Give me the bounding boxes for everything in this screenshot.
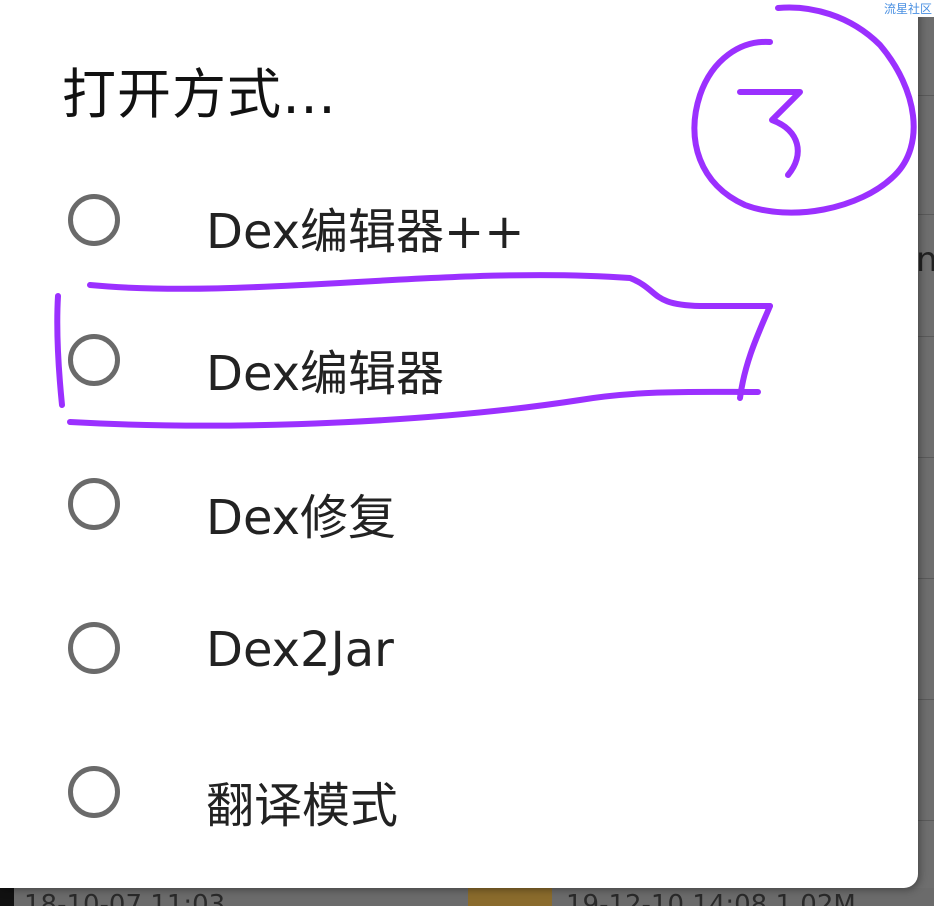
radio-button[interactable] (68, 622, 120, 674)
file-date-left: 18-10-07 11:03 (24, 890, 226, 906)
option-label: 翻译模式 (206, 778, 399, 834)
option-dex-editor-plus[interactable]: Dex编辑器++ (0, 150, 918, 290)
list-divider (918, 457, 934, 458)
option-label: Dex2Jar (206, 622, 394, 678)
option-dex2jar[interactable]: Dex2Jar (0, 580, 918, 720)
radio-button[interactable] (68, 194, 120, 246)
file-date-right: 19-12-10 14:08 1.02M (566, 890, 856, 906)
file-type-marker (0, 888, 14, 906)
option-translate-mode[interactable]: 翻译模式 (0, 724, 918, 864)
list-divider (918, 214, 934, 215)
radio-button[interactable] (68, 478, 120, 530)
list-divider (918, 820, 934, 821)
list-divider (918, 336, 934, 337)
option-label: Dex编辑器 (206, 346, 445, 402)
radio-button[interactable] (68, 766, 120, 818)
file-thumbnail-icon (468, 888, 552, 906)
option-label: Dex修复 (206, 490, 397, 546)
option-dex-editor[interactable]: Dex编辑器 (0, 292, 918, 432)
radio-button[interactable] (68, 334, 120, 386)
list-divider (918, 95, 934, 96)
background-file-list-row: 18-10-07 11:03 19-12-10 14:08 1.02M (0, 888, 934, 906)
background-partial-text: nl (916, 240, 934, 280)
list-divider (918, 699, 934, 700)
option-dex-repair[interactable]: Dex修复 (0, 436, 918, 576)
option-label: Dex编辑器++ (206, 204, 525, 260)
list-divider (918, 578, 934, 579)
open-with-dialog: 打开方式… Dex编辑器++ Dex编辑器 Dex修复 Dex2Jar 翻译模式 (0, 0, 918, 888)
watermark: 流星社区 (881, 0, 934, 17)
dialog-title: 打开方式… (62, 63, 337, 126)
